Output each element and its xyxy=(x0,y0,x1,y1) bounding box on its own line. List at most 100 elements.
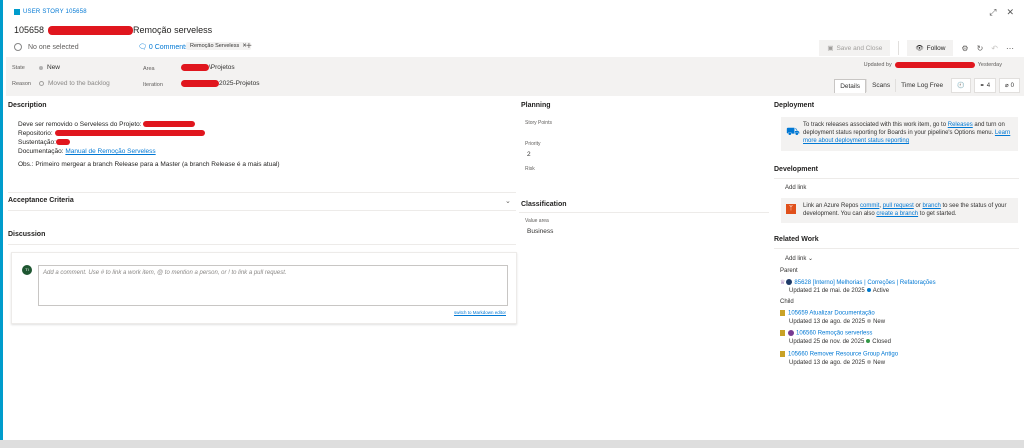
tag-chip[interactable]: Remoção Serveless ✕ xyxy=(186,42,251,50)
priority-label: Priority xyxy=(525,141,541,147)
work-item-dialog: USER STORY 105658 ⤢ ✕ 105658 Remoção ser… xyxy=(0,0,1024,440)
comments-link[interactable]: 🗨 0 Comments xyxy=(138,43,189,52)
divider xyxy=(774,178,1019,179)
description-heading: Description xyxy=(8,102,47,109)
tab-bar: Details Scans Time Log Free 🕘 ⚭ 4 ⌀ 0 xyxy=(834,78,1020,93)
state-dot-icon xyxy=(866,288,871,293)
tab-scans[interactable]: Scans xyxy=(866,79,895,92)
iteration-label: Iteration xyxy=(143,82,163,88)
work-item-type-label: USER STORY 105658 xyxy=(14,9,87,15)
development-info: ᛘ Link an Azure Repos commit, pull reque… xyxy=(781,198,1018,223)
window-controls: ⤢ ✕ xyxy=(989,7,1014,18)
commit-link[interactable]: commit xyxy=(860,203,879,209)
development-heading: Development xyxy=(774,166,818,173)
deployment-heading: Deployment xyxy=(774,102,815,109)
assignee-field[interactable]: No one selected xyxy=(14,43,79,51)
redacted-text xyxy=(181,64,209,71)
markdown-editor-link[interactable]: switch to Markdown editor xyxy=(454,310,506,315)
undo-icon[interactable]: ↶ xyxy=(991,44,998,53)
comment-icon: 🗨 xyxy=(138,44,147,51)
history-icon: 🕘 xyxy=(957,83,965,89)
task-icon xyxy=(780,330,785,336)
parent-label: Parent xyxy=(780,268,798,274)
epic-icon xyxy=(786,279,793,286)
tab-history[interactable]: 🕘 xyxy=(951,78,971,93)
link-icon: ⚭ xyxy=(979,83,985,89)
person-icon xyxy=(14,43,22,51)
create-branch-link[interactable]: create a branch xyxy=(876,211,918,217)
manual-link[interactable]: Manual de Remoção Serveless xyxy=(65,148,155,155)
redacted-text xyxy=(48,25,134,35)
divider xyxy=(8,210,516,211)
state-label: State xyxy=(12,65,25,71)
related-work-heading: Related Work xyxy=(774,236,819,243)
reason-field[interactable]: Moved to the backlog xyxy=(39,80,110,87)
state-field[interactable]: New xyxy=(39,64,60,71)
related-item[interactable]: 106560 Remoção serverless xyxy=(780,330,872,337)
save-icon: ▣ xyxy=(827,45,834,52)
chevron-down-icon[interactable]: ⌄ xyxy=(505,197,511,205)
deployment-info: ⛟ To track releases associated with this… xyxy=(781,117,1018,151)
eye-icon: 👁 xyxy=(915,45,924,52)
redacted-text xyxy=(143,121,196,128)
expand-icon[interactable]: ⤢ xyxy=(989,7,996,18)
more-icon[interactable]: ⋯ xyxy=(1006,44,1014,53)
title-row: 105658 Remoção serveless xyxy=(14,25,212,35)
related-item-meta: Updated 25 de nov. de 2025 Closed xyxy=(789,339,891,345)
value-area-label: Value area xyxy=(525,218,549,224)
task-icon xyxy=(780,310,785,316)
divider xyxy=(8,244,516,245)
paperclip-icon: ⌀ xyxy=(1005,83,1009,89)
settings-icon[interactable]: ⚙ xyxy=(961,44,968,53)
tab-attachments[interactable]: ⌀ 0 xyxy=(999,78,1020,93)
branch-link[interactable]: branch xyxy=(922,203,940,209)
state-dot-icon xyxy=(867,319,872,324)
trophy-icon: ♕ xyxy=(780,280,786,286)
related-item-meta: Updated 13 de ago. de 2025 New xyxy=(789,319,886,325)
risk-label: Risk xyxy=(525,166,535,172)
priority-field[interactable]: 2 xyxy=(527,151,531,158)
acceptance-heading[interactable]: Acceptance Criteria xyxy=(8,197,74,204)
tab-time-log[interactable]: Time Log Free xyxy=(895,79,948,92)
work-item-id: 105658 xyxy=(14,25,45,35)
redacted-text xyxy=(54,130,205,137)
add-tag-icon[interactable]: + xyxy=(246,41,252,52)
releases-link[interactable]: Releases xyxy=(948,122,973,128)
comment-card: TI Add a comment. Use # to link a work i… xyxy=(11,252,517,324)
work-item-header: USER STORY 105658 ⤢ ✕ 105658 Remoção ser… xyxy=(6,0,1024,96)
divider xyxy=(774,248,1019,249)
pull-request-link[interactable]: pull request xyxy=(883,203,914,209)
description-body[interactable]: Deve ser removido o Serveless do Projeto… xyxy=(18,120,280,169)
related-item[interactable]: 105660 Remover Resource Group Antigo xyxy=(780,351,898,358)
dev-add-link-button[interactable]: Add link xyxy=(785,185,806,191)
redacted-text xyxy=(894,62,975,68)
state-dot-icon xyxy=(867,360,872,365)
value-area-field[interactable]: Business xyxy=(527,228,553,235)
iteration-field[interactable]: 2025-Projetos xyxy=(181,80,259,87)
planning-heading: Planning xyxy=(521,102,551,109)
task-icon xyxy=(780,351,785,357)
classification-heading: Classification xyxy=(521,201,567,208)
updated-by: Updated by Yesterday xyxy=(863,62,1002,68)
comment-input[interactable]: Add a comment. Use # to link a work item… xyxy=(38,265,508,306)
reason-label: Reason xyxy=(12,81,31,87)
bug-icon xyxy=(788,330,794,336)
area-label: Area xyxy=(143,66,155,72)
related-item[interactable]: ♕ 85628 [Interno] Melhorias | Correções |… xyxy=(780,279,936,286)
save-and-close-button[interactable]: ▣ Save and Close xyxy=(819,40,891,56)
related-add-link-button[interactable]: Add link ⌄ xyxy=(785,255,813,262)
related-item-meta: Updated 13 de ago. de 2025 New xyxy=(789,360,886,366)
redacted-text xyxy=(55,139,70,146)
story-points-label: Story Points xyxy=(525,120,552,126)
divider xyxy=(519,212,769,213)
area-field[interactable]: \Projetos xyxy=(181,64,235,71)
work-item-title[interactable]: Remoção serveless xyxy=(133,25,212,35)
refresh-icon[interactable]: ↻ xyxy=(977,44,984,53)
related-item[interactable]: 105659 Atualizar Documentação xyxy=(780,310,875,317)
toolbar: ▣ Save and Close 👁 Follow ⚙ ↻ ↶ ⋯ xyxy=(819,40,1014,56)
book-icon xyxy=(14,9,20,15)
follow-button[interactable]: 👁 Follow xyxy=(907,40,954,56)
close-icon[interactable]: ✕ xyxy=(1006,7,1014,18)
tab-details[interactable]: Details xyxy=(834,78,867,93)
tab-links[interactable]: ⚭ 4 xyxy=(973,78,997,93)
